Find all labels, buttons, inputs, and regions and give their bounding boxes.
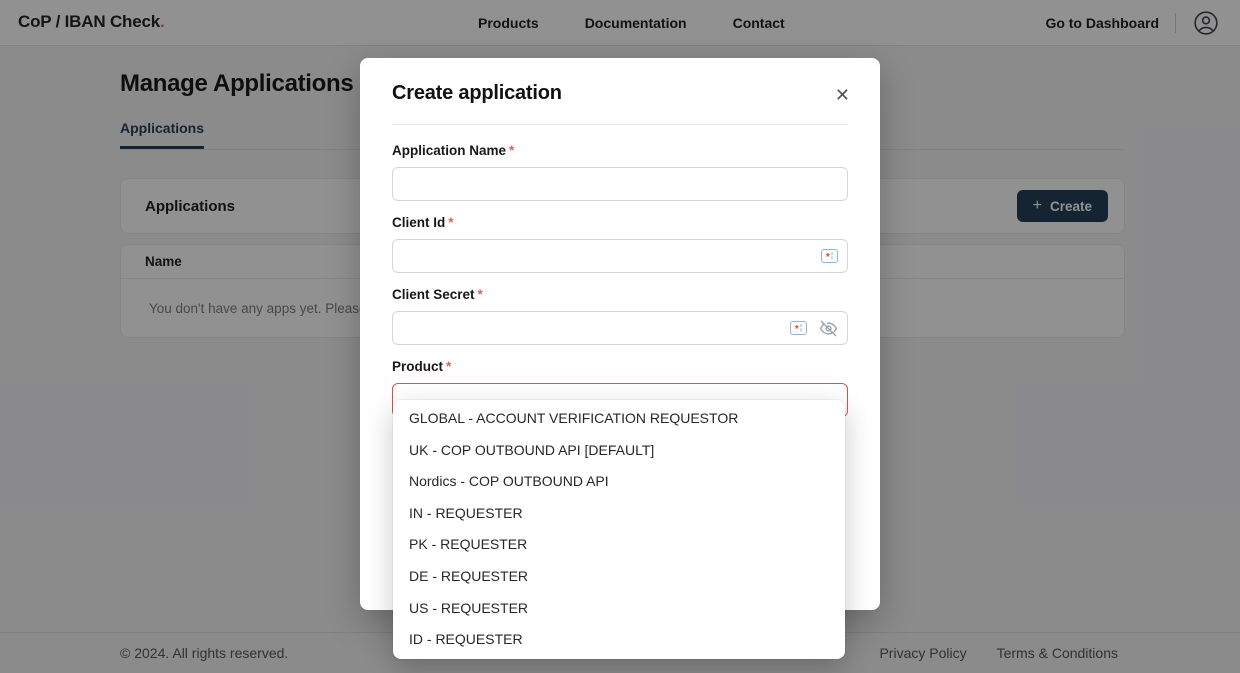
client-id-input-icons: *¦: [821, 239, 838, 273]
dropdown-option[interactable]: US - REQUESTER: [393, 593, 845, 625]
application-name-field-group: Application Name*: [392, 143, 848, 201]
dropdown-option[interactable]: GLOBAL - ACCOUNT VERIFICATION REQUESTOR: [393, 403, 845, 435]
client-secret-input-icons: *¦: [790, 311, 838, 345]
client-secret-label: Client Secret*: [392, 287, 848, 303]
client-id-input[interactable]: [392, 239, 848, 273]
product-dropdown-menu: GLOBAL - ACCOUNT VERIFICATION REQUESTOR …: [393, 400, 845, 659]
required-asterisk: *: [509, 143, 514, 158]
dropdown-option[interactable]: PK - REQUESTER: [393, 529, 845, 561]
required-asterisk: *: [446, 359, 451, 374]
required-asterisk: *: [448, 215, 453, 230]
dropdown-option[interactable]: DE - REQUESTER: [393, 561, 845, 593]
modal-title: Create application: [392, 82, 562, 105]
eye-off-icon[interactable]: [819, 319, 838, 338]
product-label: Product*: [392, 359, 848, 375]
close-icon[interactable]: ✕: [833, 84, 852, 106]
dropdown-option[interactable]: ID - REQUESTER: [393, 624, 845, 656]
application-name-input[interactable]: [392, 167, 848, 201]
modal-header: Create application ✕: [360, 58, 880, 124]
autofill-icon: *¦: [790, 321, 807, 335]
client-secret-input[interactable]: [392, 311, 848, 345]
application-name-label: Application Name*: [392, 143, 848, 159]
client-id-label: Client Id*: [392, 215, 848, 231]
client-secret-field-group: Client Secret* *¦: [392, 287, 848, 345]
dropdown-option[interactable]: Nordics - COP OUTBOUND API: [393, 466, 845, 498]
required-asterisk: *: [478, 287, 483, 302]
autofill-icon: *¦: [821, 249, 838, 263]
client-id-field-group: Client Id* *¦: [392, 215, 848, 273]
dropdown-option[interactable]: IN - REQUESTER: [393, 498, 845, 530]
modal-body: Application Name* Client Id* *¦ Client S…: [360, 125, 880, 417]
dropdown-option[interactable]: UK - COP OUTBOUND API [DEFAULT]: [393, 435, 845, 467]
